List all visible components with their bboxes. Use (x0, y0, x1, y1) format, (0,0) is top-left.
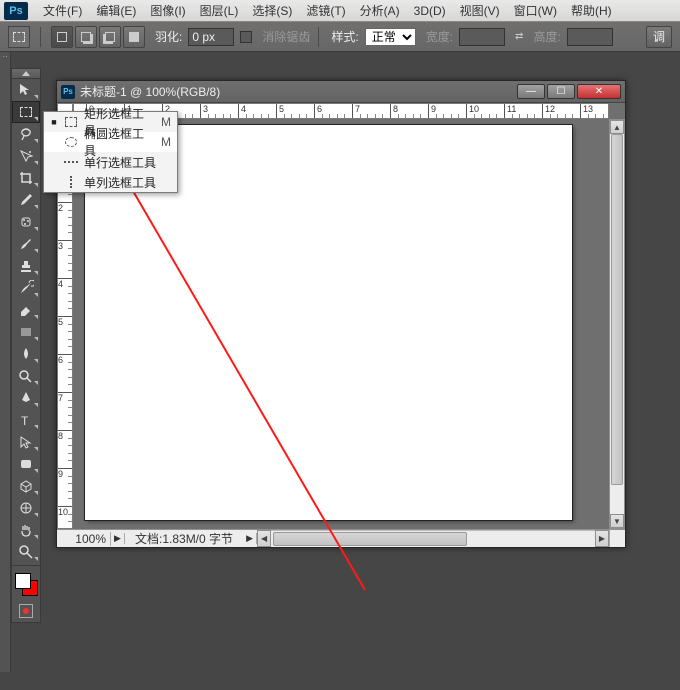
flyout-item-ellipse[interactable]: 椭圆选框工具M (44, 132, 177, 152)
tool-type[interactable]: T (12, 409, 40, 431)
tool-crop[interactable] (12, 167, 40, 189)
titlebar[interactable]: Ps 未标题-1 @ 100%(RGB/8) — ☐ ✕ (57, 81, 625, 103)
scrollbar-vertical[interactable]: ▲ ▼ (609, 119, 625, 529)
width-label: 宽度: (426, 28, 453, 45)
antialias-label: 消除锯齿 (262, 28, 310, 45)
statusbar: 100% ▶ 文档:1.83M/0 字节 ▶ ◀ ▶ (57, 529, 625, 547)
quick-mask-button[interactable] (12, 600, 40, 622)
scroll-down-button[interactable]: ▼ (610, 514, 624, 528)
menu-layer[interactable]: 图层(L) (193, 0, 246, 21)
options-bar: 羽化: 消除锯齿 样式: 正常 宽度: ⇄ 高度: 调 (0, 22, 680, 52)
tool-marquee[interactable] (12, 101, 40, 123)
statusbar-menu[interactable]: ▶ (243, 533, 257, 544)
close-button[interactable]: ✕ (577, 84, 621, 99)
flyout-mark: ■ (50, 117, 58, 127)
height-input (567, 28, 613, 46)
menu-edit[interactable]: 编辑(E) (89, 0, 143, 21)
toolbox: T (11, 68, 41, 623)
style-label: 样式: (331, 28, 358, 45)
menu-select[interactable]: 选择(S) (245, 0, 299, 21)
panel-collapse-strip[interactable]: ·· (0, 52, 11, 672)
tool-3dcamera[interactable] (12, 497, 40, 519)
flyout-label: 单列选框工具 (84, 174, 165, 191)
menu-image[interactable]: 图像(I) (143, 0, 192, 21)
foreground-color[interactable] (15, 573, 31, 589)
zoom-level[interactable]: 100% (57, 532, 111, 546)
svg-text:T: T (21, 414, 29, 428)
refine-edge-button[interactable]: 调 (646, 26, 672, 48)
col-icon (64, 175, 78, 189)
tool-lasso[interactable] (12, 123, 40, 145)
tool-eyedropper[interactable] (12, 189, 40, 211)
height-label: 高度: (533, 28, 560, 45)
menu-3d[interactable]: 3D(D) (407, 2, 453, 20)
color-swatches[interactable] (12, 570, 40, 600)
flyout-shortcut: M (161, 115, 171, 129)
tool-move[interactable] (12, 79, 40, 101)
feather-label: 羽化: (155, 28, 182, 45)
tool-stamp[interactable] (12, 255, 40, 277)
doc-icon: Ps (61, 85, 75, 99)
tool-dodge[interactable] (12, 365, 40, 387)
sel-sub-button[interactable] (99, 26, 121, 48)
width-input (459, 28, 505, 46)
sel-add-button[interactable] (75, 26, 97, 48)
tool-3d[interactable] (12, 475, 40, 497)
menu-window[interactable]: 窗口(W) (507, 0, 564, 21)
app-logo: Ps (4, 2, 28, 20)
minimize-button[interactable]: — (517, 84, 545, 99)
menu-help[interactable]: 帮助(H) (564, 0, 619, 21)
flyout-shortcut: M (161, 135, 171, 149)
menu-file[interactable]: 文件(F) (36, 0, 89, 21)
selection-mode-group (51, 26, 145, 48)
marquee-flyout: ■矩形选框工具M椭圆选框工具M单行选框工具单列选框工具 (43, 111, 178, 193)
tool-preset-icon[interactable] (8, 26, 30, 48)
menubar: Ps 文件(F) 编辑(E) 图像(I) 图层(L) 选择(S) 滤镜(T) 分… (0, 0, 680, 22)
tool-path[interactable] (12, 431, 40, 453)
scroll-right-button[interactable]: ▶ (595, 530, 609, 547)
toolbox-header[interactable] (12, 69, 40, 79)
maximize-button[interactable]: ☐ (547, 84, 575, 99)
scroll-thumb-h[interactable] (273, 532, 467, 546)
sel-new-button[interactable] (51, 26, 73, 48)
tool-brush[interactable] (12, 233, 40, 255)
doc-title: 未标题-1 @ 100%(RGB/8) (80, 83, 517, 100)
rect-icon (64, 115, 78, 129)
tool-blur[interactable] (12, 343, 40, 365)
antialias-checkbox (240, 31, 252, 43)
sel-int-button[interactable] (123, 26, 145, 48)
flyout-item-col[interactable]: 单列选框工具 (44, 172, 177, 192)
resize-grip[interactable] (609, 530, 625, 547)
feather-input[interactable] (188, 28, 234, 46)
scroll-thumb-v[interactable] (611, 134, 623, 485)
scroll-left-button[interactable]: ◀ (257, 530, 271, 547)
statusbar-expand[interactable]: ▶ (111, 533, 125, 544)
style-select[interactable]: 正常 (365, 28, 416, 46)
menu-analysis[interactable]: 分析(A) (353, 0, 407, 21)
menu-view[interactable]: 视图(V) (453, 0, 507, 21)
scrollbar-horizontal[interactable]: ◀ ▶ (257, 530, 609, 547)
tool-quickselect[interactable] (12, 145, 40, 167)
tool-hand[interactable] (12, 519, 40, 541)
tool-heal[interactable] (12, 211, 40, 233)
doc-size: 文档:1.83M/0 字节 (125, 530, 243, 547)
flyout-item-row[interactable]: 单行选框工具 (44, 152, 177, 172)
scroll-up-button[interactable]: ▲ (610, 120, 624, 134)
tool-gradient[interactable] (12, 321, 40, 343)
tool-pen[interactable] (12, 387, 40, 409)
flyout-label: 单行选框工具 (84, 154, 165, 171)
row-icon (64, 155, 78, 169)
tool-eraser[interactable] (12, 299, 40, 321)
tool-history[interactable] (12, 277, 40, 299)
menu-filter[interactable]: 滤镜(T) (299, 0, 352, 21)
tool-shape[interactable] (12, 453, 40, 475)
ellipse-icon (64, 135, 78, 149)
tool-zoom[interactable] (12, 541, 40, 563)
swap-icon: ⇄ (515, 31, 523, 42)
